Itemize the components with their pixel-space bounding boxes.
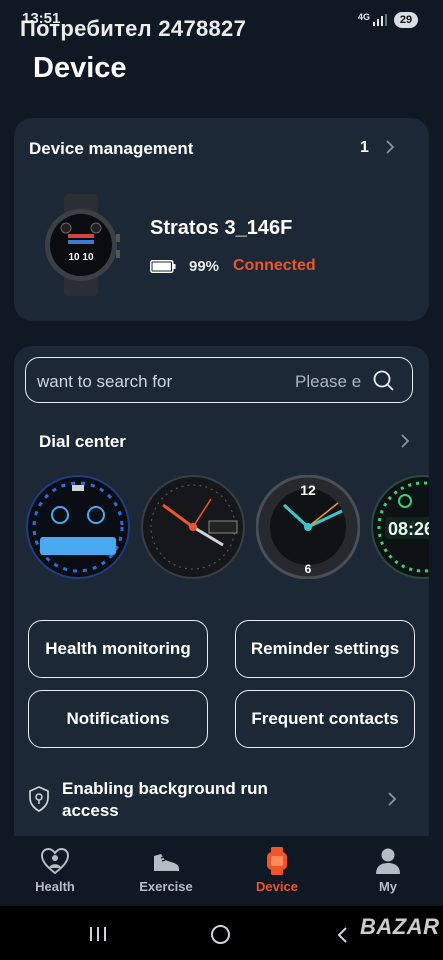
back-icon[interactable] <box>336 926 348 944</box>
nav-device[interactable]: Device <box>227 836 327 906</box>
nav-exercise-label: Exercise <box>139 879 193 894</box>
recents-icon[interactable] <box>88 926 108 942</box>
chevron-right-icon[interactable] <box>386 790 398 808</box>
nav-exercise[interactable]: Exercise <box>116 836 216 906</box>
health-monitoring-button[interactable]: Health monitoring <box>28 620 208 678</box>
reminder-settings-button[interactable]: Reminder settings <box>235 620 415 678</box>
page-title: Device <box>33 52 127 84</box>
device-management-title: Device management <box>29 139 194 158</box>
heart-person-icon <box>41 847 69 875</box>
bottom-navigation: Health Exercise Device My <box>0 836 443 906</box>
watermark-logo: BAZAR <box>360 914 440 939</box>
watch-face-orange[interactable] <box>141 475 245 579</box>
nav-health[interactable]: Health <box>5 836 105 906</box>
network-indicator: 4G <box>358 12 371 22</box>
battery-icon <box>150 260 176 273</box>
watch-face-blue[interactable] <box>26 475 130 579</box>
connection-status: Connected <box>233 257 316 274</box>
device-name: Stratos 3_146F <box>150 217 293 239</box>
chevron-right-icon[interactable] <box>399 432 411 450</box>
search-placeholder: Please e <box>295 372 361 391</box>
watch-image: 10 10 <box>45 194 120 296</box>
battery-percent: 99% <box>189 258 220 275</box>
frequent-contacts-button[interactable]: Frequent contacts <box>235 690 415 748</box>
battery-status: 29 <box>394 12 418 28</box>
search-text: want to search for <box>37 372 173 391</box>
shield-location-icon <box>29 786 49 812</box>
device-count: 1 <box>360 139 369 156</box>
nav-my[interactable]: My <box>338 836 438 906</box>
signal-icon <box>373 14 387 26</box>
chevron-right-icon[interactable] <box>384 138 396 156</box>
dial-center-title[interactable]: Dial center <box>39 432 126 452</box>
watch-face-green[interactable]: 08:26 <box>371 475 429 579</box>
nav-my-label: My <box>378 879 398 894</box>
search-input[interactable]: want to search for Please e <box>25 357 413 403</box>
watch-icon <box>267 847 287 875</box>
background-access-item[interactable]: Enabling background run access <box>62 778 302 822</box>
home-icon[interactable] <box>211 925 230 944</box>
dial-settings-card: want to search for Please e Dial center <box>14 346 429 866</box>
svg-text:08:26: 08:26 <box>388 519 429 539</box>
nav-device-label: Device <box>256 879 298 894</box>
person-icon <box>376 848 400 874</box>
device-management-card[interactable]: Device management 1 10 10 Stratos 3_146F… <box>14 118 429 321</box>
dial-carousel[interactable]: 12 6 08:26 <box>26 475 429 581</box>
nav-health-label: Health <box>35 879 75 894</box>
sneaker-icon <box>154 854 179 871</box>
svg-text:6: 6 <box>305 562 312 576</box>
watch-face-teal[interactable]: 12 6 <box>256 475 360 579</box>
notifications-button[interactable]: Notifications <box>28 690 208 748</box>
search-icon[interactable] <box>372 369 396 393</box>
svg-text:12: 12 <box>300 482 316 498</box>
watermark-user: Потребител 2478827 <box>20 16 247 41</box>
svg-text:10 10: 10 10 <box>68 252 93 263</box>
